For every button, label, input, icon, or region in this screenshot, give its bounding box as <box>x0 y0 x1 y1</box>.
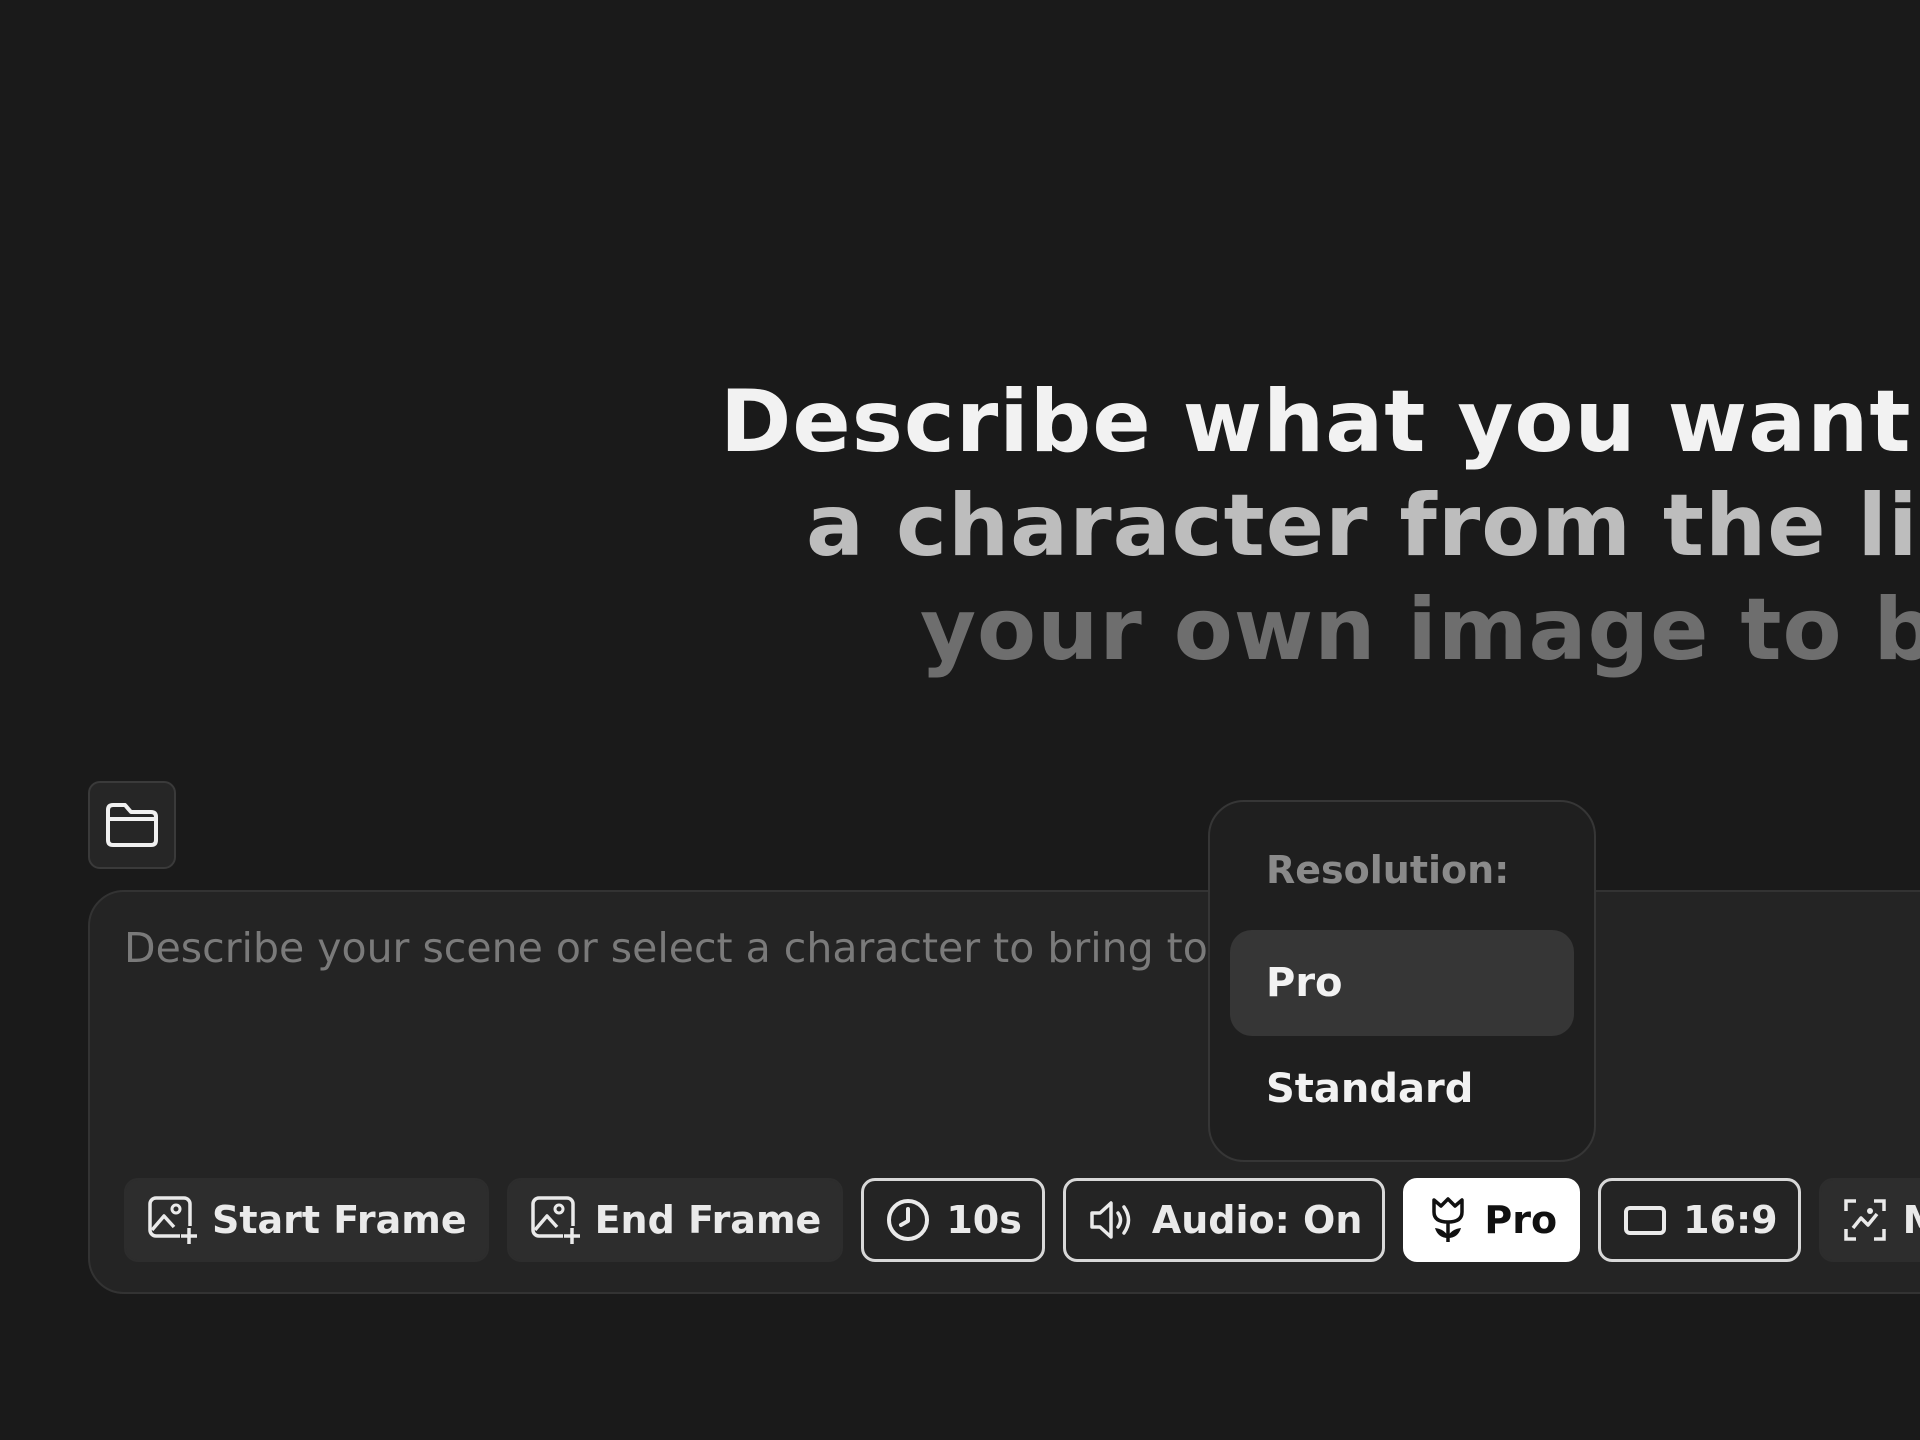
resolution-button[interactable]: Pro <box>1403 1178 1581 1262</box>
image-add-icon <box>148 1196 198 1246</box>
library-folder-button[interactable] <box>88 781 176 869</box>
audio-label: Audio: On <box>1151 1198 1363 1242</box>
clock-icon <box>887 1199 930 1241</box>
image-add-icon <box>530 1196 581 1246</box>
start-frame-label: Start Frame <box>212 1198 467 1242</box>
multi-label: Multi <box>1903 1198 1920 1242</box>
rectangle-icon <box>1624 1206 1667 1235</box>
tulip-icon <box>1432 1197 1465 1242</box>
end-frame-button[interactable]: End Frame <box>506 1178 844 1262</box>
scan-icon <box>1843 1199 1886 1241</box>
duration-label: 10s <box>946 1198 1022 1242</box>
prompt-panel: Start Frame End Frame 10s <box>88 890 1920 1294</box>
audio-toggle-button[interactable]: Audio: On <box>1062 1178 1386 1262</box>
resolution-option-pro[interactable]: Pro <box>1230 930 1574 1036</box>
option-label: Standard <box>1266 1066 1474 1112</box>
aspect-ratio-label: 16:9 <box>1683 1198 1778 1242</box>
hero-line-3: your own image to bring it to life <box>920 580 1920 680</box>
hero-heading: Describe what you want to create or sele… <box>720 370 1920 682</box>
hero-line-1: Describe what you want to create or sele… <box>720 372 1920 472</box>
generation-toolbar: Start Frame End Frame 10s Audio: On Pro … <box>124 1178 1920 1262</box>
resolution-label: Pro <box>1484 1198 1558 1242</box>
option-label: Pro <box>1266 960 1343 1006</box>
resolution-dropdown: Resolution: Pro Standard <box>1208 800 1596 1162</box>
end-frame-label: End Frame <box>594 1198 822 1242</box>
aspect-ratio-button[interactable]: 16:9 <box>1598 1178 1801 1262</box>
hero-line-2: a character from the library, or upload <box>806 476 1920 576</box>
speaker-icon <box>1090 1201 1131 1239</box>
folder-icon <box>106 803 158 847</box>
start-frame-button[interactable]: Start Frame <box>124 1178 489 1262</box>
dropdown-label: Resolution: <box>1266 848 1510 892</box>
app-viewport: Describe what you want to create or sele… <box>0 0 1920 1440</box>
multi-button[interactable]: Multi <box>1818 1178 1920 1262</box>
duration-button[interactable]: 10s <box>861 1178 1045 1262</box>
resolution-option-standard[interactable]: Standard <box>1230 1036 1574 1142</box>
